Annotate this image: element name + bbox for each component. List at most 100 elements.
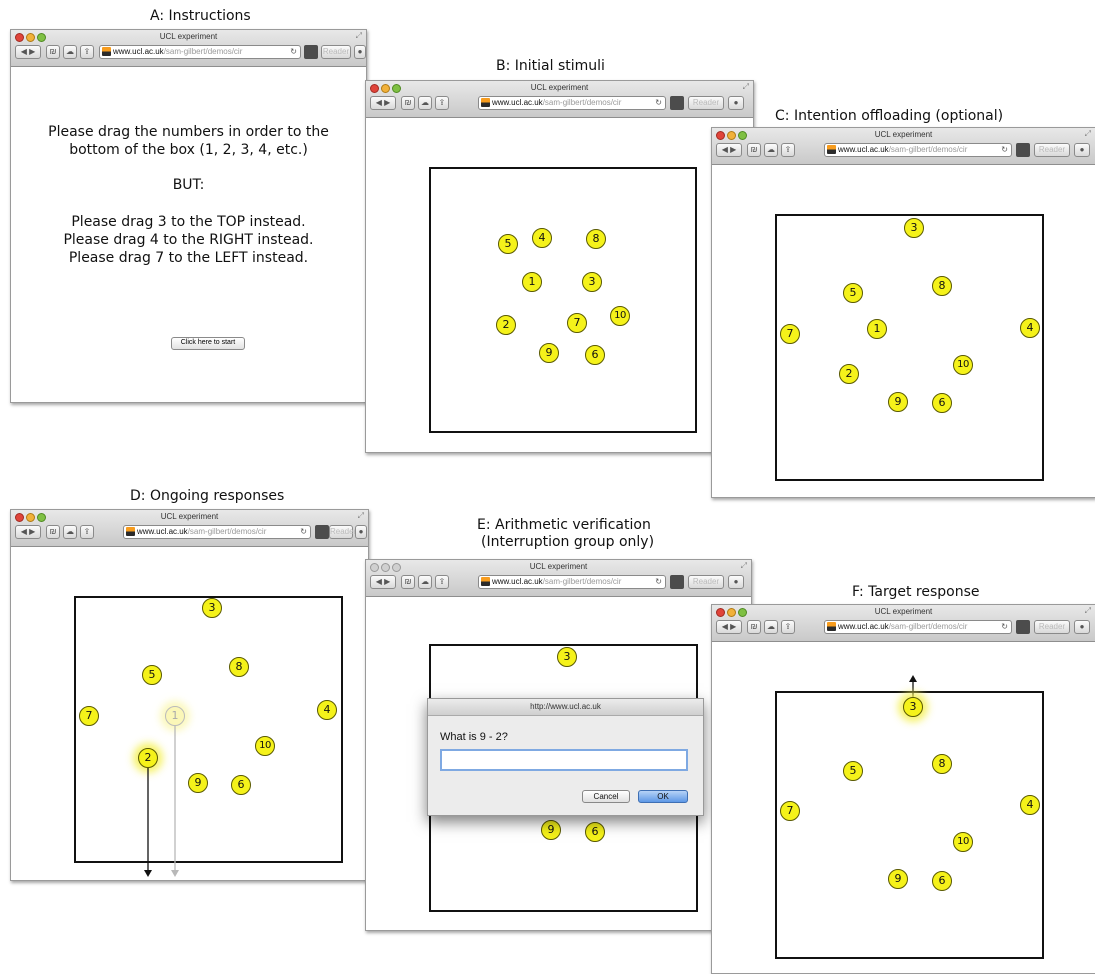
circle-5[interactable]: 5 [498,234,518,254]
circle-9[interactable]: 9 [888,869,908,889]
panel-d-window: UCL experiment ⤢ ◀ ▶ ₪ ☁ ⇪ www.ucl.ac.uk… [10,509,369,881]
share-icon[interactable]: ⇪ [781,143,795,157]
start-button[interactable]: Click here to start [171,337,245,350]
cancel-button[interactable]: Cancel [582,790,630,803]
history-icon[interactable]: ₪ [46,45,60,59]
drag-box [775,214,1044,481]
drag-arrow-up [909,675,917,697]
fullscreen-icon[interactable]: ⤢ [1085,129,1091,139]
circle-3-dragged[interactable]: 3 [903,697,923,717]
panel-c-window: UCL experiment ⤢ ◀ ▶ ₪ ☁ ⇪ www.ucl.ac.uk… [711,127,1095,498]
bookmark-icon[interactable] [670,575,684,589]
circle-1[interactable]: 1 [867,319,887,339]
instruction-but: BUT: [172,177,205,193]
share-icon[interactable]: ⇪ [435,96,449,110]
alert-dialog: http://www.ucl.ac.uk What is 9 - 2? Canc… [427,698,704,816]
bookmark-icon[interactable] [670,96,684,110]
icloud-icon[interactable]: ☁ [418,96,432,110]
icloud-icon[interactable]: ☁ [63,45,77,59]
reload-icon[interactable]: ↻ [290,46,297,58]
site-favicon-icon [481,577,490,586]
address-bar[interactable]: www.ucl.ac.uk/sam-gilbert/demos/cir ↻ [824,143,1012,157]
circle-9[interactable]: 9 [539,343,559,363]
circle-8[interactable]: 8 [586,229,606,249]
browser-toolbar: ◀ ▶ ₪ ☁ ⇪ www.ucl.ac.uk/sam-gilbert/demo… [370,96,749,111]
downloads-icon[interactable]: ● [1074,143,1090,157]
panel-a-title: A: Instructions [150,8,251,24]
circle-4[interactable]: 4 [1020,318,1040,338]
circle-4[interactable]: 4 [1020,795,1040,815]
circle-5[interactable]: 5 [843,283,863,303]
bookmark-icon[interactable] [1016,143,1030,157]
dialog-title: http://www.ucl.ac.uk [428,699,703,716]
downloads-icon[interactable]: ● [728,96,744,110]
address-bar[interactable]: www.ucl.ac.uk/sam-gilbert/demos/cir ↻ [478,575,666,589]
panel-f-title: F: Target response [852,584,980,600]
browser-chrome: UCL experiment ⤢ ◀ ▶ ₪ ☁ ⇪ www.ucl.ac.uk… [11,30,366,67]
circle-7[interactable]: 7 [780,801,800,821]
downloads-icon[interactable]: ● [728,575,744,589]
address-bar[interactable]: www.ucl.ac.uk/sam-gilbert/demos/cir ↻ [99,45,301,59]
circle-3[interactable]: 3 [582,272,602,292]
circle-3[interactable]: 3 [904,218,924,238]
history-icon[interactable]: ₪ [747,143,761,157]
circle-6[interactable]: 6 [932,871,952,891]
site-favicon-icon [102,47,111,56]
reload-icon[interactable]: ↻ [655,576,662,588]
circle-10[interactable]: 10 [953,355,973,375]
history-icon[interactable]: ₪ [401,575,415,589]
dialog-question: What is 9 - 2? [440,731,508,743]
ok-button[interactable]: OK [638,790,688,803]
circle-9[interactable]: 9 [888,392,908,412]
browser-chrome: UCL experiment ⤢ ◀ ▶ ₪ ☁ ⇪ www.ucl.ac.uk… [366,560,751,597]
circle-1[interactable]: 1 [522,272,542,292]
reader-button[interactable]: Reader [1034,143,1070,157]
circle-6[interactable]: 6 [585,822,605,842]
reader-button[interactable]: Reader [688,96,724,110]
circle-8[interactable]: 8 [932,754,952,774]
back-forward-button[interactable]: ◀ ▶ [370,96,396,110]
reload-icon[interactable]: ↻ [1001,144,1008,156]
circle-4[interactable]: 4 [532,228,552,248]
icloud-icon[interactable]: ☁ [418,575,432,589]
reader-button[interactable]: Reader [688,575,724,589]
circle-2[interactable]: 2 [839,364,859,384]
answer-input[interactable] [440,749,688,771]
window-title: UCL experiment [159,32,218,41]
circle-10[interactable]: 10 [610,306,630,326]
circle-7[interactable]: 7 [567,313,587,333]
back-forward-button[interactable]: ◀ ▶ [15,45,41,59]
panel-e-title-2: (Interruption group only) [481,534,655,550]
circle-2[interactable]: 2 [496,315,516,335]
downloads-icon[interactable]: ● [354,45,366,59]
panel-d-title: D: Ongoing responses [130,488,285,504]
panel-f-window: UCL experiment ⤢ ◀ ▶ ₪ ☁ ⇪ www.ucl.ac.uk… [711,604,1095,974]
circle-6[interactable]: 6 [932,393,952,413]
share-icon[interactable]: ⇪ [435,575,449,589]
panel-a-window: UCL experiment ⤢ ◀ ▶ ₪ ☁ ⇪ www.ucl.ac.uk… [10,29,367,403]
share-icon[interactable]: ⇪ [80,45,94,59]
reader-button[interactable]: Reader [321,45,351,59]
circle-10[interactable]: 10 [953,832,973,852]
circle-7[interactable]: 7 [780,324,800,344]
url-path: /sam-gilbert/demos/cir [542,577,622,586]
icloud-icon[interactable]: ☁ [764,143,778,157]
fullscreen-icon[interactable]: ⤢ [741,561,747,571]
drag-box [429,167,697,433]
back-forward-button[interactable]: ◀ ▶ [716,143,742,157]
circle-9[interactable]: 9 [541,820,561,840]
fullscreen-icon[interactable]: ⤢ [743,82,749,92]
address-bar[interactable]: www.ucl.ac.uk/sam-gilbert/demos/cir ↻ [478,96,666,110]
panel-b-window: UCL experiment ⤢ ◀ ▶ ₪ ☁ ⇪ www.ucl.ac.uk… [365,80,754,453]
back-forward-button[interactable]: ◀ ▶ [370,575,396,589]
circle-3[interactable]: 3 [557,647,577,667]
reload-icon[interactable]: ↻ [655,97,662,109]
circle-5[interactable]: 5 [843,761,863,781]
bookmark-icon[interactable] [304,45,318,59]
circle-6[interactable]: 6 [585,345,605,365]
fullscreen-icon[interactable]: ⤢ [356,31,362,41]
history-icon[interactable]: ₪ [401,96,415,110]
url-path: /sam-gilbert/demos/cir [542,98,622,107]
circle-8[interactable]: 8 [932,276,952,296]
panel-b-title: B: Initial stimuli [496,58,605,74]
